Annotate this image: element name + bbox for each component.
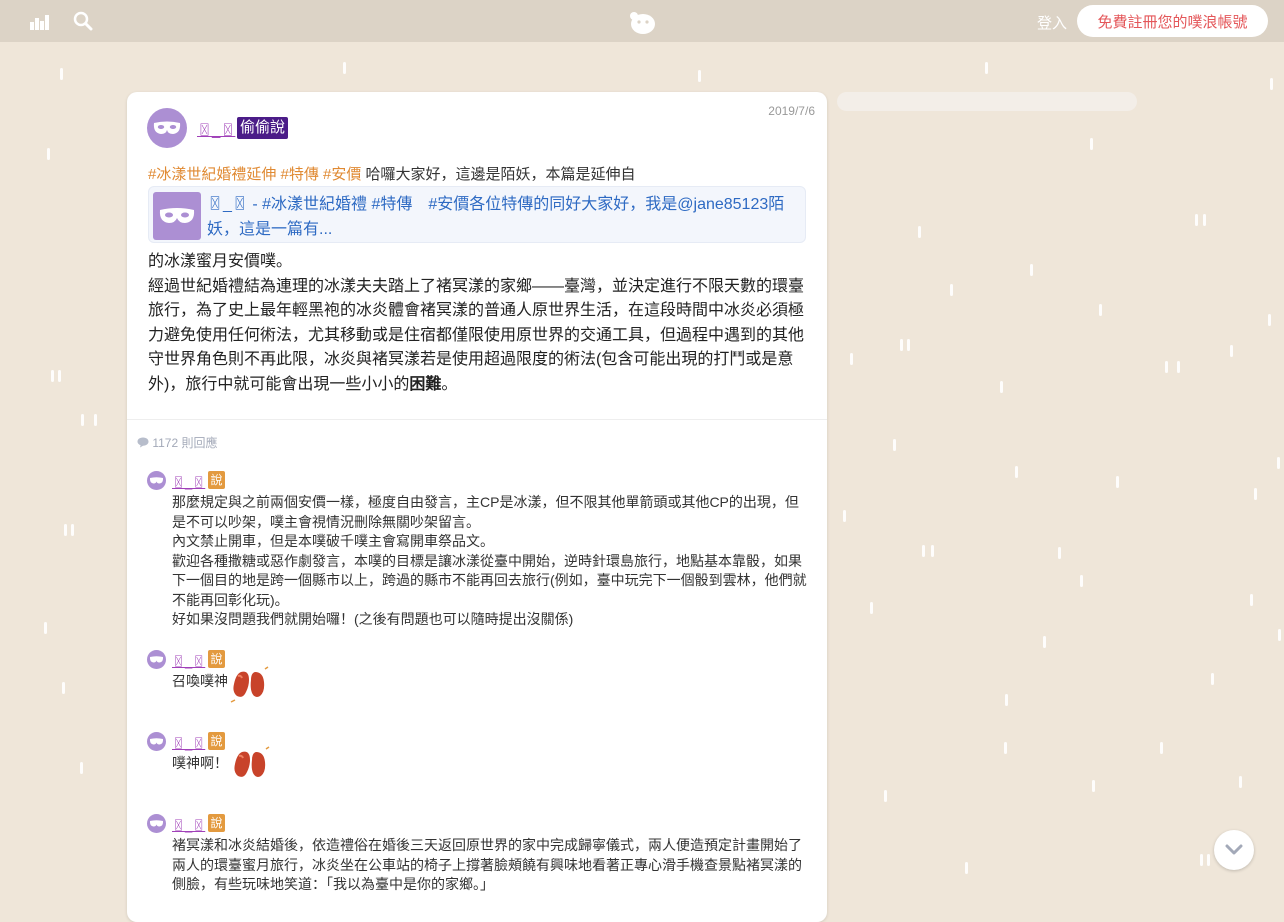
avatar[interactable] (147, 814, 166, 833)
search-icon[interactable] (73, 11, 93, 36)
intro-text: 哈囉大家好，這邊是陌妖，本篇是延伸自 (365, 166, 636, 183)
response-text: 那麼規定與之前兩個安價一樣，極度自由發言，主CP是冰漾，但不限其他單箭頭或其他C… (172, 494, 807, 627)
response-text: 噗神啊！ (172, 755, 228, 771)
avatar[interactable] (147, 108, 187, 148)
signup-button[interactable]: 免費註冊您的噗浪帳號 (1077, 5, 1268, 37)
response-item: 〿_〿 說 召喚噗神 (147, 650, 817, 720)
say-badge: 說 (208, 650, 225, 668)
whisper-badge: 偷偷說 (237, 117, 289, 139)
response-item: 〿_〿 說 那麼規定與之前兩個安價一樣，極度自由發言，主CP是冰漾，但不限其他單… (147, 471, 817, 631)
quoted-plurk-card[interactable]: 〿_〿 - #冰漾世紀婚禮 #特傳 #安價各位特傳的同好大家好，我是@jane8… (148, 186, 806, 243)
scroll-down-button[interactable] (1214, 830, 1254, 870)
quoted-plurk-text[interactable]: 〿_〿 - #冰漾世紀婚禮 #特傳 #安價各位特傳的同好大家好，我是@jane8… (207, 192, 801, 242)
say-badge: 說 (208, 471, 225, 489)
reply-count: 1172 則回應 (137, 434, 217, 451)
chevron-down-icon (1225, 844, 1243, 855)
loading-placeholder-bar (837, 92, 1137, 111)
quoted-avatar (153, 192, 201, 240)
hashtag[interactable]: #特傳 (281, 166, 319, 183)
hashtag[interactable]: #安價 (323, 166, 361, 183)
response-text: 召喚噗神 (172, 673, 228, 689)
comment-icon (137, 437, 149, 448)
post-date: 2019/7/6 (768, 104, 815, 118)
login-link[interactable]: 登入 (1037, 12, 1067, 33)
plurk-card: 〿_〿 偷偷說 2019/7/6 #冰漾世紀婚禮延伸 #特傳 #安價 哈囉大家好… (127, 92, 827, 922)
response-text: 褚冥漾和冰炎結婚後，依造禮俗在婚後三天返回原世界的家中完成歸寧儀式，兩人便造預定… (172, 837, 802, 892)
post-intro: #冰漾世紀婚禮延伸 #特傳 #安價 哈囉大家好，這邊是陌妖，本篇是延伸自 (148, 163, 636, 184)
say-badge: 說 (208, 814, 225, 832)
post-username[interactable]: 〿_〿 (197, 119, 235, 140)
kidney-emoticon-icon (229, 666, 269, 711)
divider (127, 419, 827, 420)
response-item: 〿_〿 說 噗神啊！ (147, 732, 817, 802)
kidney-emoticon-icon (230, 746, 270, 791)
hashtag[interactable]: #冰漾世紀婚禮延伸 (148, 166, 276, 183)
avatar[interactable] (147, 650, 166, 669)
timeline-icon[interactable] (30, 13, 50, 35)
plurk-logo-icon[interactable] (626, 8, 658, 41)
post-content: 的冰漾蜜月安價噗。 經過世紀婚禮結為連理的冰漾夫夫踏上了褚冥漾的家鄉——臺灣，並… (148, 253, 805, 393)
avatar[interactable] (147, 471, 166, 490)
avatar[interactable] (147, 732, 166, 751)
top-navbar: 登入 免費註冊您的噗浪帳號 (0, 0, 1284, 42)
response-username[interactable]: 〿_〿 (172, 815, 205, 834)
say-badge: 說 (208, 732, 225, 750)
response-item: 〿_〿 說 褚冥漾和冰炎結婚後，依造禮俗在婚後三天返回原世界的家中完成歸寧儀式，… (147, 814, 817, 922)
response-username[interactable]: 〿_〿 (172, 733, 205, 752)
response-username[interactable]: 〿_〿 (172, 472, 205, 491)
response-username[interactable]: 〿_〿 (172, 651, 205, 670)
